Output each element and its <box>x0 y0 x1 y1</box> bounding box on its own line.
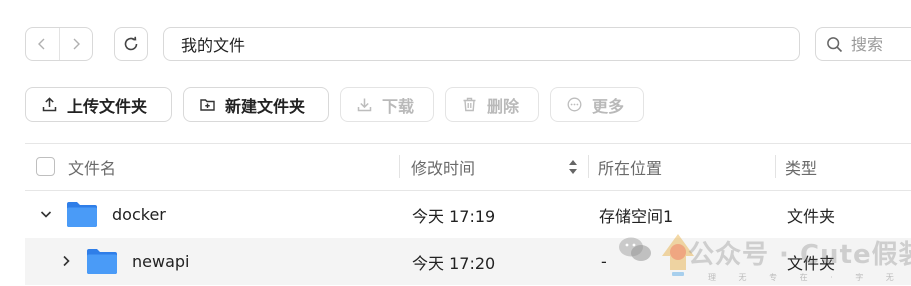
table-row[interactable]: docker 今天 17:19 存储空间1 文件夹 <box>25 191 911 238</box>
current-path: 我的文件 <box>181 36 246 55</box>
download-button[interactable]: 下载 <box>340 87 434 122</box>
folder-icon <box>67 202 97 227</box>
column-resizer[interactable] <box>775 155 776 178</box>
search-input[interactable] <box>851 34 911 54</box>
file-name[interactable]: docker <box>112 191 166 238</box>
upload-icon <box>42 97 57 112</box>
new-folder-label: 新建文件夹 <box>225 96 306 116</box>
file-name[interactable]: newapi <box>132 238 189 285</box>
search-icon <box>827 36 843 52</box>
new-folder-icon <box>200 99 215 111</box>
download-label: 下载 <box>382 96 415 116</box>
upload-folder-label: 上传文件夹 <box>67 96 148 116</box>
column-header-type[interactable]: 类型 <box>785 143 817 190</box>
modified-time: 今天 17:20 <box>412 253 496 273</box>
table-row[interactable]: newapi 今天 17:20 - 文件夹 <box>25 238 911 285</box>
new-folder-button[interactable]: 新建文件夹 <box>183 87 329 122</box>
column-header-modified[interactable]: 修改时间 <box>411 143 475 190</box>
table-header: 文件名 修改时间 所在位置 类型 <box>25 143 911 190</box>
column-header-name[interactable]: 文件名 <box>68 143 116 190</box>
chevron-down-icon[interactable] <box>39 207 53 221</box>
navigation-bar: 我的文件 <box>0 0 911 72</box>
more-label: 更多 <box>592 96 625 116</box>
more-icon <box>567 97 582 112</box>
column-header-name-label: 文件名 <box>68 158 117 178</box>
trash-icon <box>463 97 476 112</box>
column-resizer[interactable] <box>399 155 400 178</box>
file-location: 存储空间1 <box>599 206 674 226</box>
column-header-type-label: 类型 <box>785 158 818 178</box>
search-box[interactable] <box>815 27 911 61</box>
chevron-right-icon <box>73 38 80 50</box>
column-header-location[interactable]: 所在位置 <box>598 143 662 190</box>
file-type: 文件夹 <box>787 253 836 273</box>
column-header-location-label: 所在位置 <box>598 158 663 178</box>
back-button[interactable] <box>26 28 59 60</box>
history-nav <box>25 27 93 61</box>
download-icon <box>357 98 372 112</box>
column-header-modified-label: 修改时间 <box>411 158 476 178</box>
chevron-left-icon <box>38 38 45 50</box>
select-all-checkbox[interactable] <box>36 157 55 176</box>
file-type: 文件夹 <box>787 206 836 226</box>
delete-button[interactable]: 删除 <box>445 87 539 122</box>
forward-button[interactable] <box>58 28 93 60</box>
chevron-right-icon[interactable] <box>59 254 73 268</box>
refresh-button[interactable] <box>114 27 148 61</box>
modified-time: 今天 17:19 <box>412 206 496 226</box>
upload-folder-button[interactable]: 上传文件夹 <box>25 87 172 122</box>
more-button[interactable]: 更多 <box>550 87 644 122</box>
column-resizer[interactable] <box>588 155 589 178</box>
file-location: - <box>601 252 607 271</box>
refresh-icon <box>124 36 138 51</box>
folder-icon <box>87 249 117 274</box>
delete-label: 删除 <box>487 96 520 116</box>
file-toolbar: 上传文件夹 新建文件夹 下载 删除 更多 <box>25 87 644 123</box>
path-field[interactable]: 我的文件 <box>163 27 800 61</box>
sort-icon[interactable] <box>567 157 579 177</box>
